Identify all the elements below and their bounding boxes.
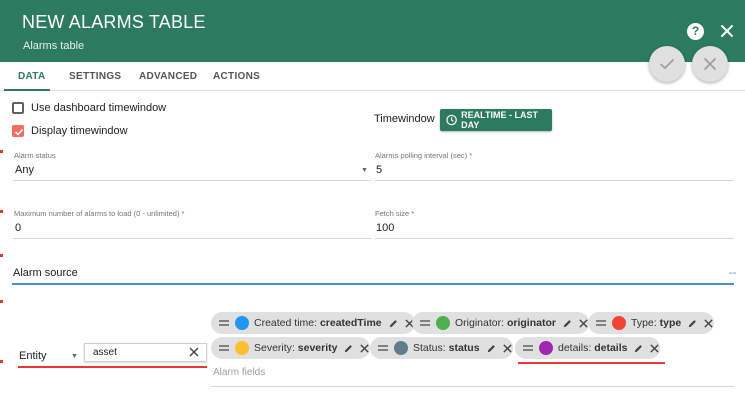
background-marker <box>0 210 3 213</box>
pencil-icon[interactable] <box>486 343 497 354</box>
display-timewindow-checkbox[interactable]: Display timewindow <box>12 125 128 137</box>
chip-label: details: details <box>558 342 628 354</box>
drag-handle-icon[interactable] <box>523 344 533 352</box>
drag-handle-icon[interactable] <box>378 344 388 352</box>
drag-handle-icon[interactable] <box>219 319 229 327</box>
entity-type-select[interactable]: Entity <box>19 350 47 362</box>
color-dot <box>235 316 249 330</box>
background-marker <box>0 300 3 303</box>
dialog-title: NEW ALARMS TABLE <box>22 12 206 32</box>
chip-drag-indicator <box>518 362 665 364</box>
pencil-icon[interactable] <box>343 343 354 354</box>
color-dot <box>436 316 450 330</box>
pencil-icon[interactable] <box>633 343 644 354</box>
checkbox-box-checked <box>12 125 24 137</box>
close-icon[interactable] <box>359 343 370 354</box>
drag-handle-icon[interactable] <box>596 319 606 327</box>
close-icon <box>721 25 733 37</box>
tab-bar: DATA SETTINGS ADVANCED ACTIONS <box>0 62 745 91</box>
clear-icon[interactable] <box>188 346 200 358</box>
help-button[interactable]: ? <box>687 23 704 40</box>
pencil-icon[interactable] <box>687 318 698 329</box>
color-dot <box>612 316 626 330</box>
alarm-source-label: Alarm source <box>13 267 78 279</box>
clock-icon <box>446 114 457 126</box>
fetch-size-label: Fetch size * <box>375 209 415 218</box>
chevron-down-icon: ▼ <box>71 353 78 360</box>
entity-value: asset <box>93 347 117 358</box>
use-dashboard-timewindow-checkbox[interactable]: Use dashboard timewindow <box>12 102 166 114</box>
alarm-source-dash: -- <box>729 267 737 279</box>
alarm-fields-underline <box>211 386 734 387</box>
color-dot <box>539 341 553 355</box>
close-icon[interactable] <box>703 318 714 329</box>
dialog-header: NEW ALARMS TABLE Alarms table ? <box>0 0 745 62</box>
close-button[interactable] <box>717 21 737 41</box>
alarm-fields-input[interactable]: Alarm fields <box>213 367 265 378</box>
fetch-size-input[interactable]: 100 <box>376 222 394 234</box>
max-alarms-underline <box>13 238 371 239</box>
drag-handle-icon[interactable] <box>219 344 229 352</box>
checkbox-box <box>12 102 24 114</box>
chip-label: Status: status <box>413 342 480 354</box>
tab-data[interactable]: DATA <box>18 62 46 91</box>
alarm-field-chip[interactable]: Severity: severity <box>211 337 371 359</box>
checkbox-label: Display timewindow <box>31 125 128 137</box>
chip-label: Severity: severity <box>254 342 338 354</box>
color-dot <box>394 341 408 355</box>
alarm-field-chip[interactable]: Status: status <box>370 337 513 359</box>
chip-label: Created time: createdTime <box>254 317 382 329</box>
timewindow-button-label: REALTIME - LAST DAY <box>461 110 538 130</box>
max-alarms-label: Maximum number of alarms to load (0 - un… <box>14 209 185 218</box>
alarm-status-select[interactable]: Any <box>15 164 34 176</box>
polling-interval-label: Alarms polling interval (sec) * <box>375 151 473 160</box>
background-marker <box>0 150 3 153</box>
alarm-field-chip[interactable]: Type: type <box>588 312 715 334</box>
max-alarms-input[interactable]: 0 <box>15 222 21 234</box>
alarm-field-chip[interactable]: Originator: originator <box>412 312 589 334</box>
entity-search-input[interactable]: asset <box>84 343 207 362</box>
pencil-icon[interactable] <box>562 318 573 329</box>
checkmark-icon <box>14 128 24 136</box>
background-marker <box>0 254 3 257</box>
alarm-field-chip[interactable]: details: details <box>515 337 661 359</box>
tab-settings[interactable]: SETTINGS <box>69 62 121 91</box>
drag-handle-icon[interactable] <box>420 319 430 327</box>
timewindow-label: Timewindow <box>374 113 435 125</box>
alarm-status-label: Alarm status <box>14 151 56 160</box>
alarm-source-underline <box>12 283 734 285</box>
alarm-status-underline <box>13 180 371 181</box>
tab-active-indicator <box>4 89 50 91</box>
alarm-field-chip[interactable]: Created time: createdTime <box>211 312 415 334</box>
tab-advanced[interactable]: ADVANCED <box>139 62 197 91</box>
checkbox-label: Use dashboard timewindow <box>31 102 167 114</box>
polling-interval-underline <box>375 180 734 181</box>
polling-interval-input[interactable]: 5 <box>376 164 382 176</box>
background-marker <box>0 360 3 363</box>
close-icon[interactable] <box>502 343 513 354</box>
close-icon[interactable] <box>649 343 660 354</box>
dialog-subtitle: Alarms table <box>23 40 85 52</box>
tab-actions[interactable]: ACTIONS <box>213 62 260 91</box>
entity-underline <box>18 366 207 368</box>
timewindow-button[interactable]: REALTIME - LAST DAY <box>440 109 552 131</box>
pencil-icon[interactable] <box>388 318 399 329</box>
chip-label: Originator: originator <box>455 317 556 329</box>
chevron-down-icon: ▼ <box>361 167 368 174</box>
color-dot <box>235 341 249 355</box>
fetch-size-underline <box>375 238 734 239</box>
chip-label: Type: type <box>631 317 682 329</box>
